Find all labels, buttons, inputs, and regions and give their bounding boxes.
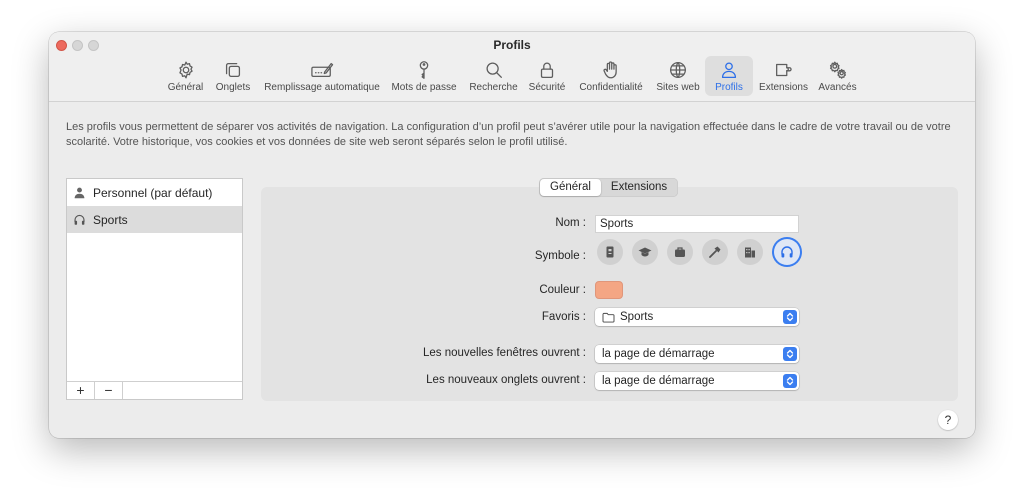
tab-label: Onglets	[215, 82, 251, 93]
name-label: Nom :	[555, 217, 586, 229]
tab-label: Avancés	[818, 82, 857, 93]
headphones-icon	[74, 214, 85, 225]
tab-label: Sites web	[656, 82, 700, 93]
new-tabs-popup[interactable]: la page de démarrage	[595, 372, 799, 390]
tab-autofill[interactable]: Remplissage automatique	[260, 56, 384, 96]
favorites-value: Sports	[620, 311, 654, 323]
help-button[interactable]: ?	[938, 410, 958, 430]
person-icon	[74, 187, 85, 199]
tab-tabs[interactable]: Onglets	[212, 56, 254, 96]
new-tabs-value: la page de démarrage	[602, 375, 715, 387]
tabs-icon	[225, 62, 241, 78]
new-tabs-label: Les nouveaux onglets ouvrent :	[426, 374, 586, 386]
headphones-icon	[781, 246, 793, 258]
key-icon	[419, 61, 429, 79]
profile-item-personal[interactable]: Personnel (par défaut)	[67, 179, 242, 206]
profile-name: Sports	[93, 212, 128, 227]
profile-name-field[interactable]: Sports	[595, 215, 799, 233]
tab-label: Recherche	[469, 82, 518, 93]
tab-passwords[interactable]: Mots de passe	[389, 56, 459, 96]
tab-label: Mots de passe	[391, 82, 457, 93]
graduation-cap-icon	[638, 247, 652, 257]
chevron-updown-icon	[783, 310, 797, 324]
symbol-option-badge[interactable]	[597, 239, 623, 265]
color-label: Couleur :	[539, 284, 586, 296]
new-windows-value: la page de démarrage	[602, 348, 715, 360]
autofill-pencil-icon	[311, 62, 334, 78]
building-icon	[745, 247, 755, 258]
symbol-option-hammer[interactable]	[702, 239, 728, 265]
symbol-picker	[597, 239, 800, 265]
new-windows-popup[interactable]: la page de démarrage	[595, 345, 799, 363]
tab-label: Profils	[715, 82, 743, 93]
chevron-updown-icon	[783, 347, 797, 361]
segment-general[interactable]: Général	[540, 179, 601, 196]
profile-item-sports[interactable]: Sports	[67, 206, 242, 233]
globe-icon	[670, 62, 686, 78]
tab-extensions[interactable]: Extensions	[756, 56, 811, 96]
profiles-list: Personnel (par défaut) Sports + −	[66, 178, 243, 400]
window-title: Profils	[493, 38, 531, 52]
lock-icon	[540, 62, 554, 78]
id-badge-icon	[606, 246, 614, 258]
profiles-list-footer: + −	[67, 381, 242, 399]
symbol-label: Symbole :	[534, 250, 586, 262]
tab-profiles[interactable]: Profils	[705, 56, 753, 96]
remove-profile-button[interactable]: −	[95, 382, 123, 399]
tab-label: Extensions	[759, 82, 808, 93]
hand-icon	[603, 61, 617, 79]
tab-label: Confidentialité	[579, 82, 643, 93]
profile-settings-panel: Général Extensions Nom : Sports Symbole …	[261, 178, 958, 401]
puzzle-icon	[775, 63, 792, 77]
tab-general[interactable]: Général	[164, 56, 207, 96]
favorites-label: Favoris :	[541, 311, 586, 323]
chevron-updown-icon	[783, 374, 797, 388]
new-windows-label: Les nouvelles fenêtres ouvrent :	[422, 347, 586, 359]
symbol-option-briefcase[interactable]	[667, 239, 693, 265]
symbol-option-building[interactable]	[737, 239, 763, 265]
briefcase-icon	[675, 247, 685, 257]
gears-icon	[829, 61, 846, 79]
profile-segmented-control: Général Extensions	[539, 178, 679, 197]
hammer-icon	[709, 246, 721, 258]
tab-label: Sécurité	[528, 82, 566, 93]
tab-label: Remplissage automatique	[264, 82, 380, 93]
segment-extensions[interactable]: Extensions	[601, 179, 677, 196]
profile-color-swatch[interactable]	[595, 281, 623, 299]
tab-websites[interactable]: Sites web	[653, 56, 703, 96]
symbol-option-headphones[interactable]	[774, 239, 800, 265]
tab-security[interactable]: Sécurité	[526, 56, 568, 96]
gear-icon	[178, 61, 193, 79]
settings-window: Profils Général Onglets Remplissage auto…	[49, 32, 975, 438]
symbol-option-graduation[interactable]	[632, 239, 658, 265]
profile-name: Personnel (par défaut)	[93, 185, 213, 200]
tab-label: Général	[167, 82, 204, 93]
toolbar: Profils Général Onglets Remplissage auto…	[49, 32, 975, 102]
search-icon	[485, 62, 502, 78]
person-icon	[721, 62, 737, 78]
favorites-popup[interactable]: Sports	[595, 308, 799, 326]
profiles-pane: Les profils vous permettent de séparer v…	[49, 103, 975, 438]
tab-privacy[interactable]: Confidentialité	[575, 56, 647, 96]
tab-advanced[interactable]: Avancés	[815, 56, 860, 96]
profiles-description: Les profils vous permettent de séparer v…	[66, 121, 951, 148]
folder-icon	[602, 312, 615, 323]
add-profile-button[interactable]: +	[67, 382, 95, 399]
tab-search[interactable]: Recherche	[467, 56, 520, 96]
